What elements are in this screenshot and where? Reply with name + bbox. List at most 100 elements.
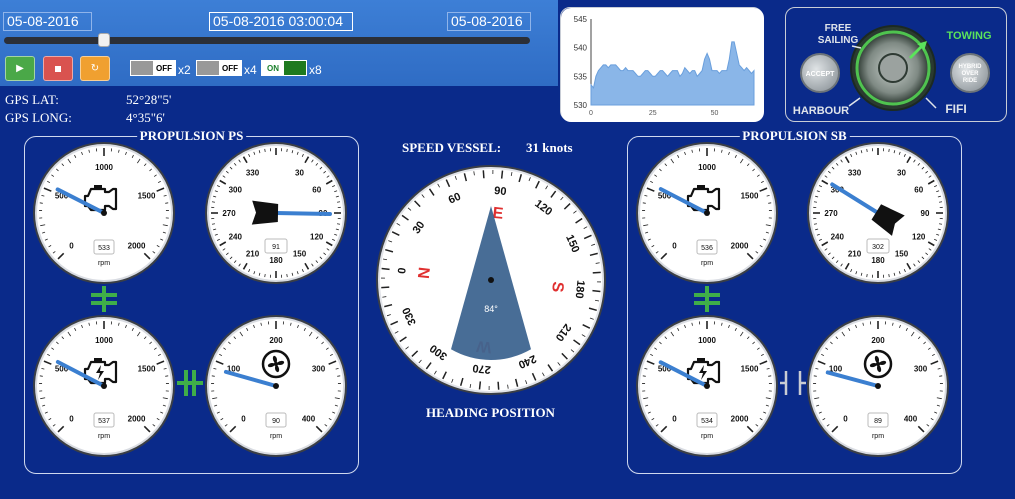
ps-propeller-gauge-tick-label: 200 <box>269 336 283 345</box>
ps-vertical-clutch-plate-a <box>91 293 117 297</box>
sb-main-engine-gauge-readout-value: 536 <box>701 245 713 252</box>
compass-tick <box>497 381 500 390</box>
sb-steering-gauge-tick <box>866 273 868 278</box>
ps-steering-gauge-tick <box>211 223 216 225</box>
sb-main-engine-gauge-tick-label: 1000 <box>698 163 716 172</box>
ps-steering-gauge-tick-label: 120 <box>310 233 324 242</box>
sb-steering-gauge-tick <box>888 273 890 278</box>
ps-steering-gauge-tick <box>286 148 288 153</box>
sb-steering-gauge-tick-label: 120 <box>912 233 926 242</box>
compass-degree-label: 270 <box>472 362 492 376</box>
ps-steering-gauge-needle <box>274 211 332 216</box>
sb-propeller-gauge-hub <box>875 383 881 389</box>
ps-propeller-gauge-fan-icon-hub <box>274 362 278 366</box>
ps-horizontal-clutch-plate-a <box>184 370 188 396</box>
ps-electric-engine-gauge-tick-label: 1500 <box>138 364 156 373</box>
sb-electric-engine-gauge-tick-label: 1500 <box>741 364 759 373</box>
compass-hub <box>488 277 494 283</box>
compass-tick <box>381 267 390 271</box>
sb-main-engine-gauge-tick-label: 2000 <box>731 242 749 251</box>
sb-propeller-gauge-readout-value: 89 <box>874 418 882 425</box>
ps-steering-gauge-tick-label: 330 <box>246 168 260 177</box>
ps-vertical-clutch-plate-b <box>91 301 117 305</box>
ps-propeller-gauge-tick-label: 0 <box>241 415 246 424</box>
sb-steering-gauge-tick <box>938 201 943 203</box>
compass-degree-label: 90 <box>494 185 507 198</box>
ps-steering-gauge-tick <box>264 148 266 153</box>
sb-vertical-clutch-plate-a <box>694 293 720 297</box>
sb-steering-gauge-tick-label: 270 <box>824 209 838 218</box>
ps-electric-engine-gauge-tick-label: 1000 <box>95 336 113 345</box>
sb-propeller-gauge-tick-label: 400 <box>904 415 918 424</box>
compass-degree-label: 0 <box>396 267 409 274</box>
ps-steering-gauge-tick-label: 210 <box>246 250 260 259</box>
ps-propeller-gauge-fan-icon <box>261 349 291 379</box>
compass-degree-label: 180 <box>573 280 587 300</box>
sb-propeller-gauge-readout-unit: rpm <box>872 433 884 440</box>
ps-steering-gauge-tick-label: 270 <box>222 209 236 218</box>
sb-steering-gauge-tick-label: 240 <box>831 233 845 242</box>
sb-electric-engine-gauge-tick-label: 1000 <box>698 336 716 345</box>
sb-electric-engine-gauge-hub <box>704 383 710 389</box>
ps-electric-engine-gauge-tick-label: 2000 <box>128 415 146 424</box>
ps-electric-engine-gauge-readout-value: 537 <box>98 418 110 425</box>
sb-vertical-clutch-plate-b <box>694 301 720 305</box>
ps-electric-engine-gauge-readout-unit: rpm <box>98 433 110 440</box>
sb-steering-gauge-tick-label: 150 <box>895 250 909 259</box>
ps-electric-engine-gauge-tick-label: 0 <box>69 415 74 424</box>
ps-horizontal-clutch-plate-b <box>192 370 196 396</box>
ps-main-engine-gauge-tick-label: 1000 <box>95 163 113 172</box>
compass-cardinal-S: S <box>548 281 566 294</box>
sb-propeller-gauge-fan-icon-hub <box>876 362 880 366</box>
sb-steering-gauge-readout-value: 302 <box>872 244 884 251</box>
compass-tick <box>500 170 504 179</box>
ps-propeller-gauge-readout-value: 90 <box>272 418 280 425</box>
sb-electric-engine-gauge-tick-label: 2000 <box>731 415 749 424</box>
sb-steering-gauge-tick <box>813 201 818 203</box>
ps-propeller-gauge-tick-label: 300 <box>312 364 326 373</box>
ps-steering-gauge-tick-label: 300 <box>229 186 243 195</box>
sb-steering-gauge-tick-label: 330 <box>848 168 862 177</box>
ps-steering-gauge-tick-label: 180 <box>269 256 283 265</box>
sb-steering-gauge-tick <box>938 223 943 225</box>
sb-electric-engine-gauge-electric-engine-icon-cap <box>697 358 705 362</box>
ps-main-engine-gauge-tick-label: 2000 <box>128 242 146 251</box>
sb-steering-gauge-tick-label: 210 <box>848 250 862 259</box>
gauge-canvas: 0500100015002000533rpm330303006027090240… <box>33 142 949 457</box>
sb-propeller-gauge-tick-label: 0 <box>843 415 848 424</box>
ps-main-engine-gauge-tick-label: 1500 <box>138 191 156 200</box>
sb-steering-gauge-tick-label: 60 <box>914 186 923 195</box>
ps-main-engine-gauge-engine-icon-cap <box>94 185 102 189</box>
sb-steering-gauge-tick <box>813 223 818 225</box>
sb-propeller-gauge-tick-label: 200 <box>871 336 885 345</box>
sb-electric-engine-gauge-tick-label: 0 <box>672 415 677 424</box>
ps-steering-gauge-readout-value: 91 <box>272 244 280 251</box>
ps-steering-gauge-tick <box>264 273 266 278</box>
ps-steering-gauge-tick-label: 150 <box>293 250 307 259</box>
sb-propeller-gauge-fan-icon <box>863 349 893 379</box>
sb-main-engine-gauge-readout-unit: rpm <box>701 260 713 267</box>
ps-main-engine-gauge-readout-value: 533 <box>98 245 110 252</box>
ps-electric-engine-gauge-hub <box>101 383 107 389</box>
compass-cardinal-N: N <box>416 266 434 279</box>
ps-steering-gauge-tick <box>336 223 341 225</box>
ps-main-engine-gauge-readout-unit: rpm <box>98 260 110 267</box>
sb-propeller-gauge-tick-label: 300 <box>914 364 928 373</box>
ps-steering-gauge-tick-label: 60 <box>312 186 321 195</box>
sb-steering-gauge-tick-label: 180 <box>871 256 885 265</box>
ps-electric-engine-gauge-electric-engine-icon-cap <box>94 358 102 362</box>
sb-horizontal-clutch-open <box>780 371 806 395</box>
compass-tick <box>592 289 601 293</box>
ps-propeller-gauge-readout-unit: rpm <box>270 433 282 440</box>
heading-value: 84° <box>484 304 498 314</box>
ps-steering-gauge-tick-label: 240 <box>229 233 243 242</box>
compass-tick <box>482 170 485 179</box>
sb-steering-gauge-tick-label: 30 <box>897 168 906 177</box>
ps-steering-gauge-tick <box>211 201 216 203</box>
sb-steering-gauge-tick <box>888 148 890 153</box>
compass-tick <box>381 286 390 289</box>
compass-tick <box>592 271 601 274</box>
ps-propeller-gauge-tick-label: 400 <box>302 415 316 424</box>
sb-main-engine-gauge-tick-label: 1500 <box>741 191 759 200</box>
ps-main-engine-gauge-tick-label: 0 <box>69 242 74 251</box>
